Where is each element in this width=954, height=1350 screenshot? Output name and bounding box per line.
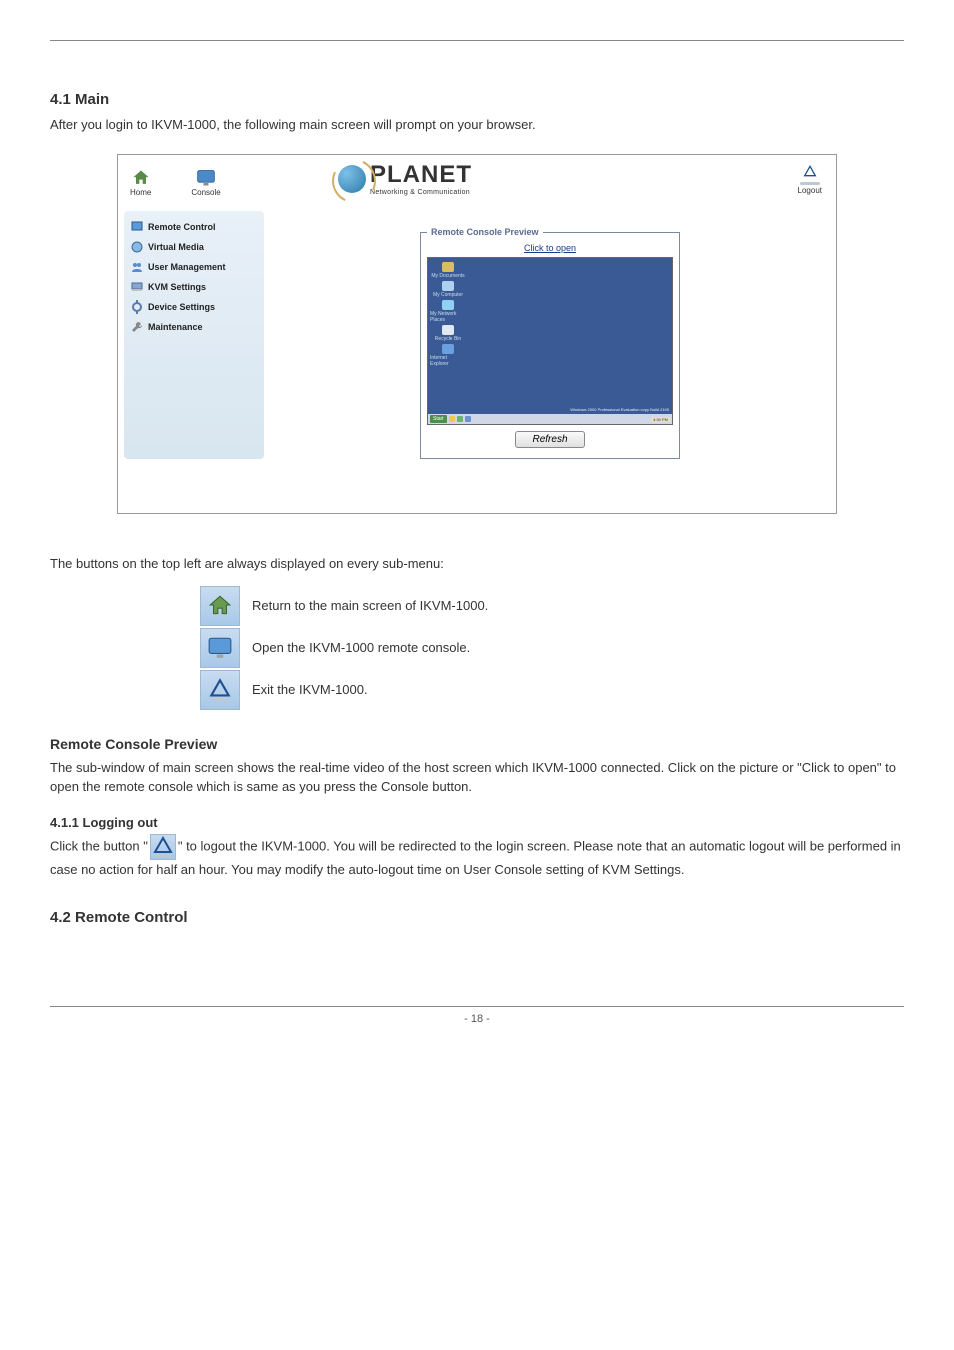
- sidebar-item-kvm-settings[interactable]: KVM Settings: [128, 277, 260, 297]
- sidebar-item-virtual-media[interactable]: Virtual Media: [128, 237, 260, 257]
- remote-console-preview-text: The sub-window of main screen shows the …: [50, 758, 904, 797]
- click-to-open-link[interactable]: Click to open: [427, 243, 673, 253]
- sidebar-item-label: Maintenance: [148, 322, 203, 332]
- refresh-button[interactable]: Refresh: [515, 431, 584, 448]
- maintenance-icon: [130, 320, 144, 334]
- button-descriptions: Return to the main screen of IKVM-1000. …: [200, 586, 904, 712]
- sidebar-item-label: KVM Settings: [148, 282, 206, 292]
- kvm-settings-icon: [130, 280, 144, 294]
- user-management-icon: [130, 260, 144, 274]
- home-label: Home: [130, 188, 151, 197]
- console-button[interactable]: Console: [191, 170, 220, 197]
- buttons-lead: The buttons on the top left are always d…: [50, 554, 904, 574]
- brand-tagline: Networking & Communication: [370, 189, 472, 196]
- home-button[interactable]: Home: [130, 170, 151, 197]
- remote-control-icon: [130, 220, 144, 234]
- brand-name: PLANET: [370, 161, 472, 189]
- main-screenshot: Home Console PLANET Networking & Communi…: [117, 154, 837, 514]
- logging-out-title: 4.1.1 Logging out: [50, 815, 904, 830]
- start-button: Start: [430, 415, 447, 423]
- windows-info: Windows 2000 Professional Evaluation cop…: [570, 407, 669, 412]
- taskbar-time: 4:30 PM: [651, 417, 670, 422]
- console-description: Open the IKVM-1000 remote console.: [252, 640, 470, 655]
- sidebar-item-user-management[interactable]: User Management: [128, 257, 260, 277]
- device-settings-icon: [130, 300, 144, 314]
- console-icon: [196, 170, 216, 186]
- home-icon-large: [200, 586, 240, 626]
- sidebar-item-device-settings[interactable]: Device Settings: [128, 297, 260, 317]
- logout-button[interactable]: Logout: [798, 165, 822, 195]
- globe-icon: [338, 165, 366, 193]
- taskbar: Start 4:30 PM: [428, 414, 672, 424]
- remote-console-preview-box: Remote Console Preview Click to open My …: [420, 227, 680, 459]
- desk-icon-ie: Internet Explorer: [430, 344, 466, 367]
- home-icon: [131, 170, 151, 186]
- logout-icon: [801, 165, 819, 181]
- logout-description: Exit the IKVM-1000.: [252, 682, 368, 697]
- home-description: Return to the main screen of IKVM-1000.: [252, 598, 488, 613]
- console-label: Console: [191, 188, 220, 197]
- sidebar-item-label: Remote Control: [148, 222, 216, 232]
- desk-icon-recycle-bin: Recycle Bin: [430, 325, 466, 342]
- sidebar: Remote Control Virtual Media User Manage…: [124, 211, 264, 459]
- desk-icon-my-computer: My Computer: [430, 281, 466, 298]
- section-heading-4-1: 4.1 Main: [50, 91, 904, 108]
- logout-label: Logout: [798, 186, 822, 195]
- logging-out-paragraph: Click the button "" to logout the IKVM-1…: [50, 834, 904, 880]
- sidebar-item-maintenance[interactable]: Maintenance: [128, 317, 260, 337]
- preview-legend: Remote Console Preview: [427, 227, 543, 237]
- section-heading-4-2: 4.2 Remote Control: [50, 909, 904, 926]
- desk-icon-my-network: My Network Places: [430, 300, 466, 323]
- console-icon-large: [200, 628, 240, 668]
- page-footer: - 18 -: [50, 1006, 904, 1025]
- sidebar-item-label: User Management: [148, 262, 226, 272]
- remote-console-preview-title: Remote Console Preview: [50, 736, 904, 752]
- section-4-1-paragraph: After you login to IKVM-1000, the follow…: [50, 116, 904, 134]
- sidebar-item-label: Device Settings: [148, 302, 215, 312]
- logout-icon-inline: [150, 834, 176, 860]
- sidebar-item-remote-control[interactable]: Remote Control: [128, 217, 260, 237]
- virtual-media-icon: [130, 240, 144, 254]
- brand-logo: PLANET Networking & Communication: [338, 161, 472, 196]
- logout-icon-large: [200, 670, 240, 710]
- sidebar-item-label: Virtual Media: [148, 242, 204, 252]
- desk-icon-my-documents: My Documents: [430, 262, 466, 279]
- desktop-preview[interactable]: My Documents My Computer My Network Plac…: [427, 257, 673, 425]
